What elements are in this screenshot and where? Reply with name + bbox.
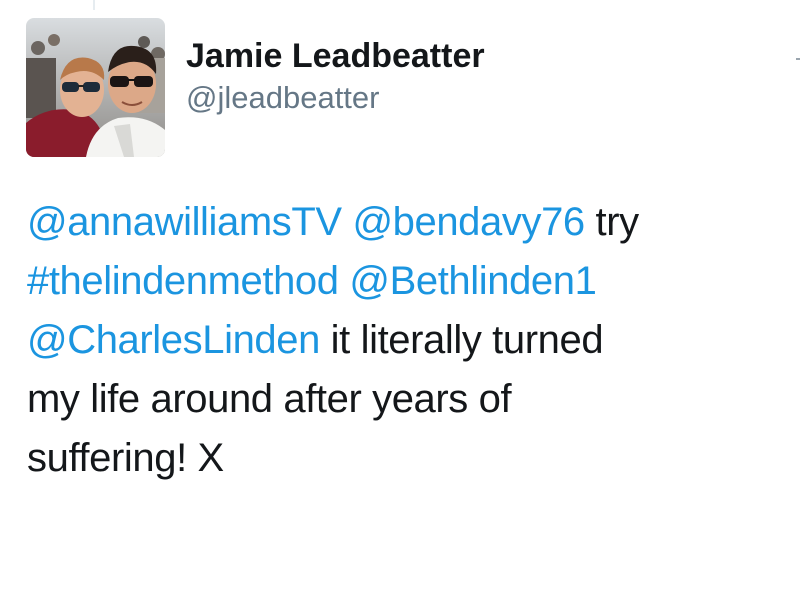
tweet-text-line: @annawilliamsTV @bendavy76 try xyxy=(27,193,797,252)
tweet-text-line: my life around after years of xyxy=(27,370,797,429)
tweet-header: Jamie Leadbeatter @jleadbeatter xyxy=(26,18,485,157)
text-segment xyxy=(339,259,350,303)
mention-link[interactable]: @annawilliamsTV xyxy=(27,200,342,244)
overflow-indicator xyxy=(796,58,800,60)
tweet-text-line: #thelindenmethod @Bethlinden1 xyxy=(27,252,797,311)
mention-link[interactable]: @CharlesLinden xyxy=(27,318,320,362)
mention-link[interactable]: @bendavy76 xyxy=(352,200,585,244)
divider-top xyxy=(93,0,95,10)
author-handle[interactable]: @jleadbeatter xyxy=(186,79,485,117)
text-segment: it literally turned xyxy=(319,318,604,362)
mention-link[interactable]: @Bethlinden1 xyxy=(349,259,597,303)
text-segment: suffering! X xyxy=(27,436,224,480)
text-segment: try xyxy=(584,200,639,244)
author-display-name[interactable]: Jamie Leadbeatter xyxy=(186,36,485,76)
hashtag-link[interactable]: #thelindenmethod xyxy=(27,259,339,303)
tweet-text-line: @CharlesLinden it literally turned xyxy=(27,311,797,370)
text-segment xyxy=(342,200,353,244)
author-names: Jamie Leadbeatter @jleadbeatter xyxy=(186,36,485,117)
avatar[interactable] xyxy=(26,18,165,157)
tweet-text: @annawilliamsTV @bendavy76 try #thelinde… xyxy=(27,193,797,488)
tweet-text-line: suffering! X xyxy=(27,429,797,488)
avatar-photo xyxy=(26,18,165,157)
text-segment: my life around after years of xyxy=(27,377,512,421)
